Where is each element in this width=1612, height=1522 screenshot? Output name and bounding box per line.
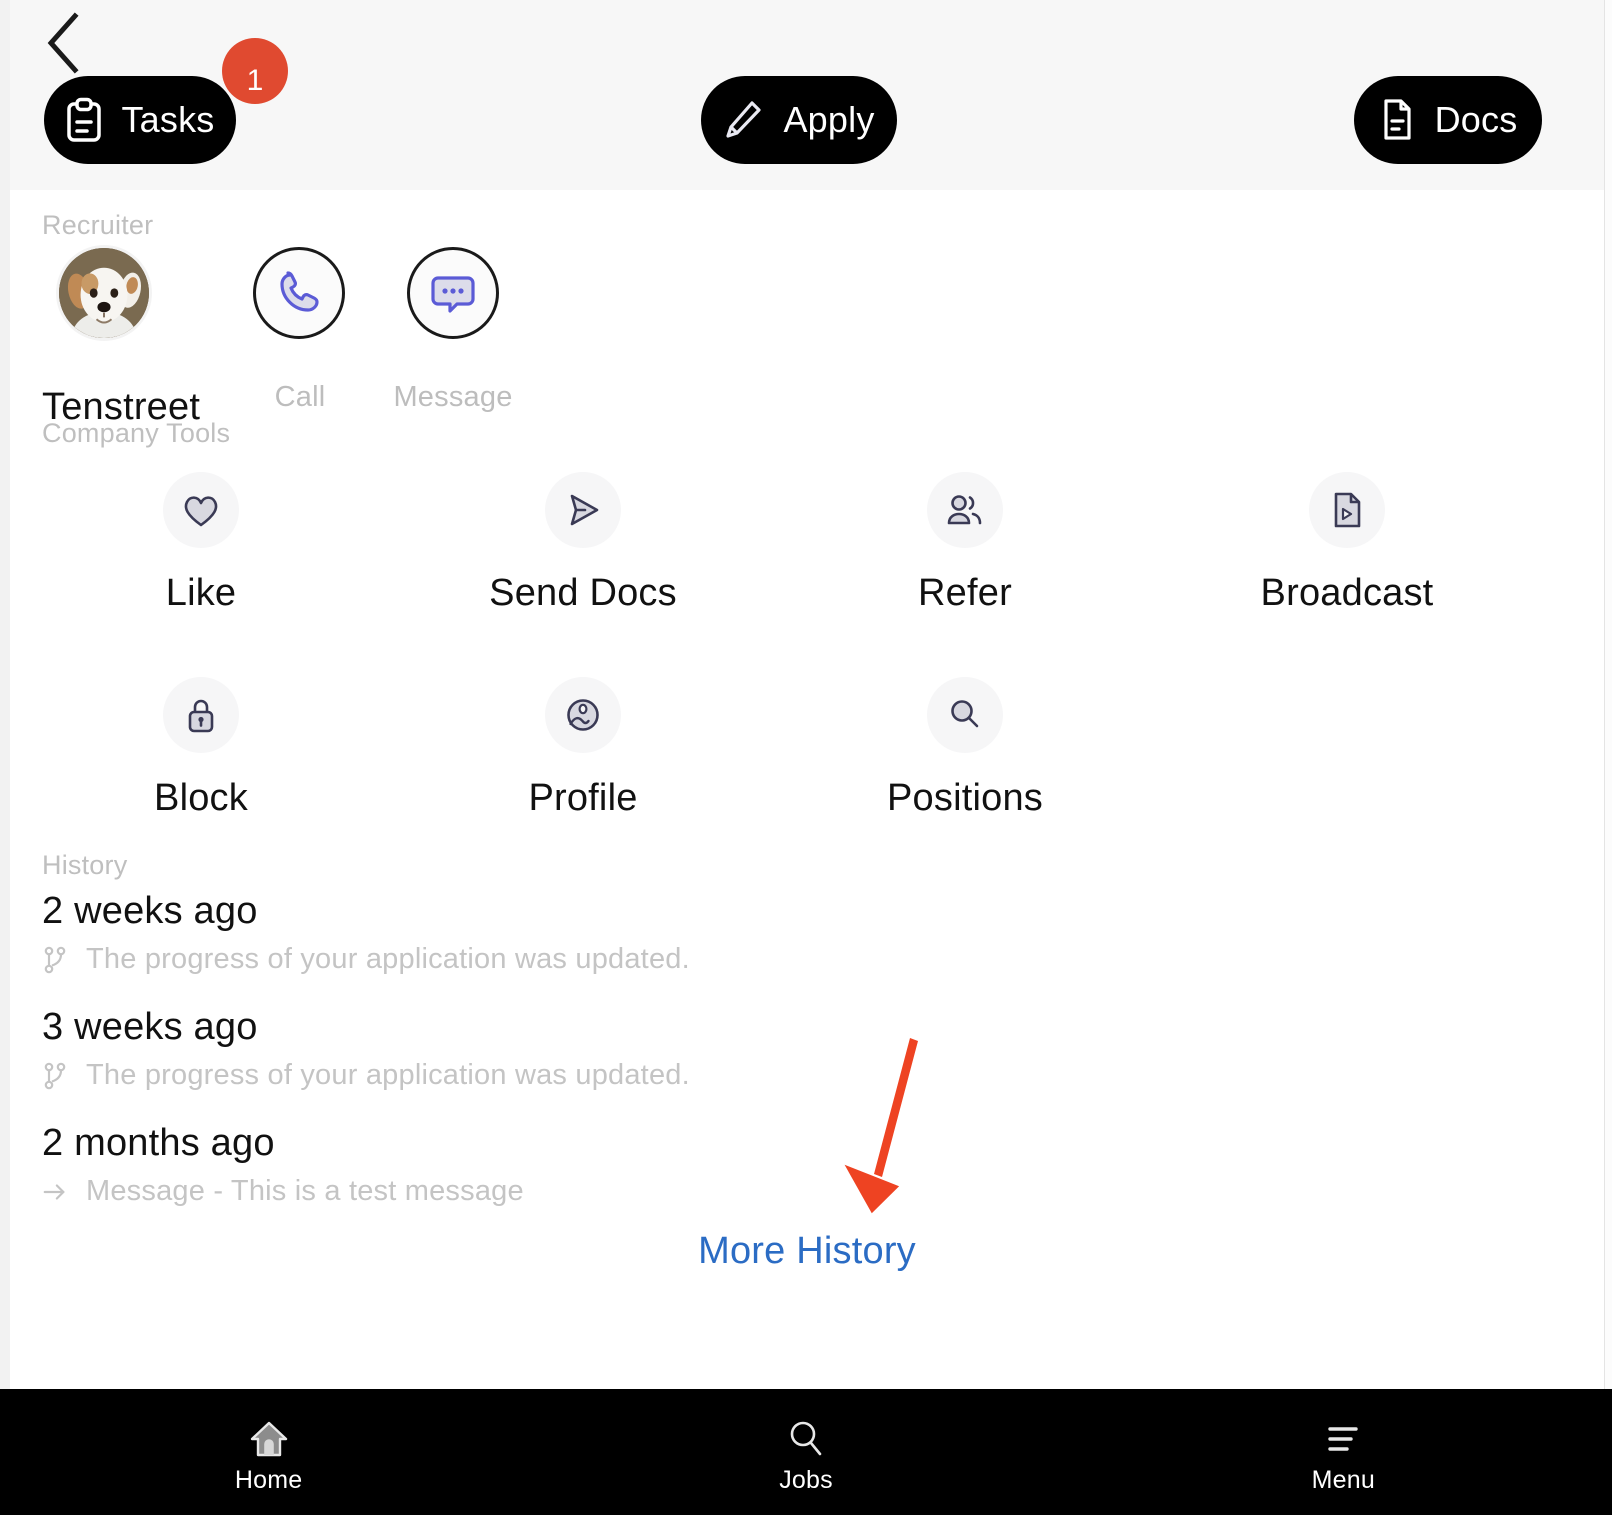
history-item[interactable]: 3 weeks ago The progress of your applica… [10,1006,1010,1092]
pencil-icon [723,99,763,141]
history-text: The progress of your application was upd… [86,943,690,975]
clipboard-icon [65,97,103,143]
more-history-link[interactable]: More History [10,1230,1604,1273]
nav-label: Menu [1311,1465,1375,1494]
tool-broadcast[interactable]: Broadcast [1156,462,1538,615]
app-screen: Tasks 1 Apply Docs Recruiter Tenstreet C… [0,0,1612,1522]
page-edge-right-fill [1605,0,1612,1389]
document-icon [1379,98,1415,142]
recruiter-section-label: Recruiter [42,210,154,240]
history-time: 2 weeks ago [42,890,258,932]
search-icon [785,1418,827,1460]
tasks-button[interactable]: Tasks 1 [44,38,288,164]
tools-grid-spacer [1156,667,1538,820]
bottom-navigation: Home Jobs Menu [0,1389,1612,1515]
tool-refer[interactable]: Refer [774,462,1156,615]
arrow-right-icon [42,1177,68,1207]
avatar[interactable] [56,245,152,341]
send-icon [545,472,621,548]
history-time: 3 weeks ago [42,1006,258,1048]
hamburger-icon [1322,1418,1364,1460]
tasks-label: Tasks [121,99,215,140]
nav-item-menu[interactable]: Menu [1075,1389,1612,1515]
history-text: Message - This is a test message [86,1175,524,1207]
tool-like[interactable]: Like [10,462,392,615]
chat-bubble-icon [429,270,477,316]
magnifier-icon [927,677,1003,753]
history-item[interactable]: 2 weeks ago The progress of your applica… [10,890,1010,976]
history-detail: Message - This is a test message [10,1175,1010,1208]
tool-label: Profile [528,777,638,819]
tool-label: Like [165,572,237,614]
tool-label: Send Docs [489,572,677,614]
branch-icon [42,945,68,975]
history-item[interactable]: 2 months ago Message - This is a test me… [10,1122,1010,1208]
history-detail: The progress of your application was upd… [10,943,1010,976]
branch-icon [42,1061,68,1091]
chevron-left-icon [43,12,83,74]
nav-label: Home [234,1465,303,1494]
docs-button[interactable]: Docs [1354,76,1542,164]
heart-icon [163,472,239,548]
tool-profile[interactable]: Profile [392,667,774,820]
page-edge-left [0,0,10,1389]
bottom-strip [0,1515,1612,1522]
company-tools-section-label: Company Tools [42,418,231,448]
lock-icon [163,677,239,753]
history-time: 2 months ago [42,1122,275,1164]
tool-label: Positions [887,777,1043,819]
docs-label: Docs [1434,99,1518,140]
apply-label: Apply [783,99,875,140]
recruiter-row: Tenstreet Call Message [10,238,1604,428]
image-icon [545,677,621,753]
tool-label: Broadcast [1260,572,1434,614]
tool-block[interactable]: Block [10,667,392,820]
home-icon [248,1418,290,1460]
history-text: The progress of your application was upd… [86,1059,690,1091]
nav-item-jobs[interactable]: Jobs [537,1389,1074,1515]
tool-label: Refer [918,572,1012,614]
nav-item-home[interactable]: Home [0,1389,537,1515]
apply-button[interactable]: Apply [701,76,897,164]
content-area: Recruiter Tenstreet Call Message Company… [10,190,1604,1389]
tools-row-2: Block Profile Positions [10,667,1604,820]
tool-label: Block [154,777,248,819]
message-button[interactable] [407,247,499,339]
history-detail: The progress of your application was upd… [10,1059,1010,1092]
dog-avatar [59,248,149,338]
phone-icon [275,269,323,317]
tool-positions[interactable]: Positions [774,667,1156,820]
tasks-badge: 1 [222,38,288,104]
history-section-label: History [42,850,128,880]
header-bar: Tasks 1 Apply Docs [10,0,1604,190]
call-button[interactable] [253,247,345,339]
nav-label: Jobs [779,1465,833,1494]
company-tools-grid: Like Send Docs Refer Broadcast Block Pro… [10,462,1604,820]
users-icon [927,472,1003,548]
back-button[interactable] [28,8,98,78]
tool-send-docs[interactable]: Send Docs [392,462,774,615]
tools-row-1: Like Send Docs Refer Broadcast [10,462,1604,615]
message-label: Message [393,381,513,413]
video-file-icon [1309,472,1385,548]
history-list: 2 weeks ago The progress of your applica… [10,890,1010,1238]
